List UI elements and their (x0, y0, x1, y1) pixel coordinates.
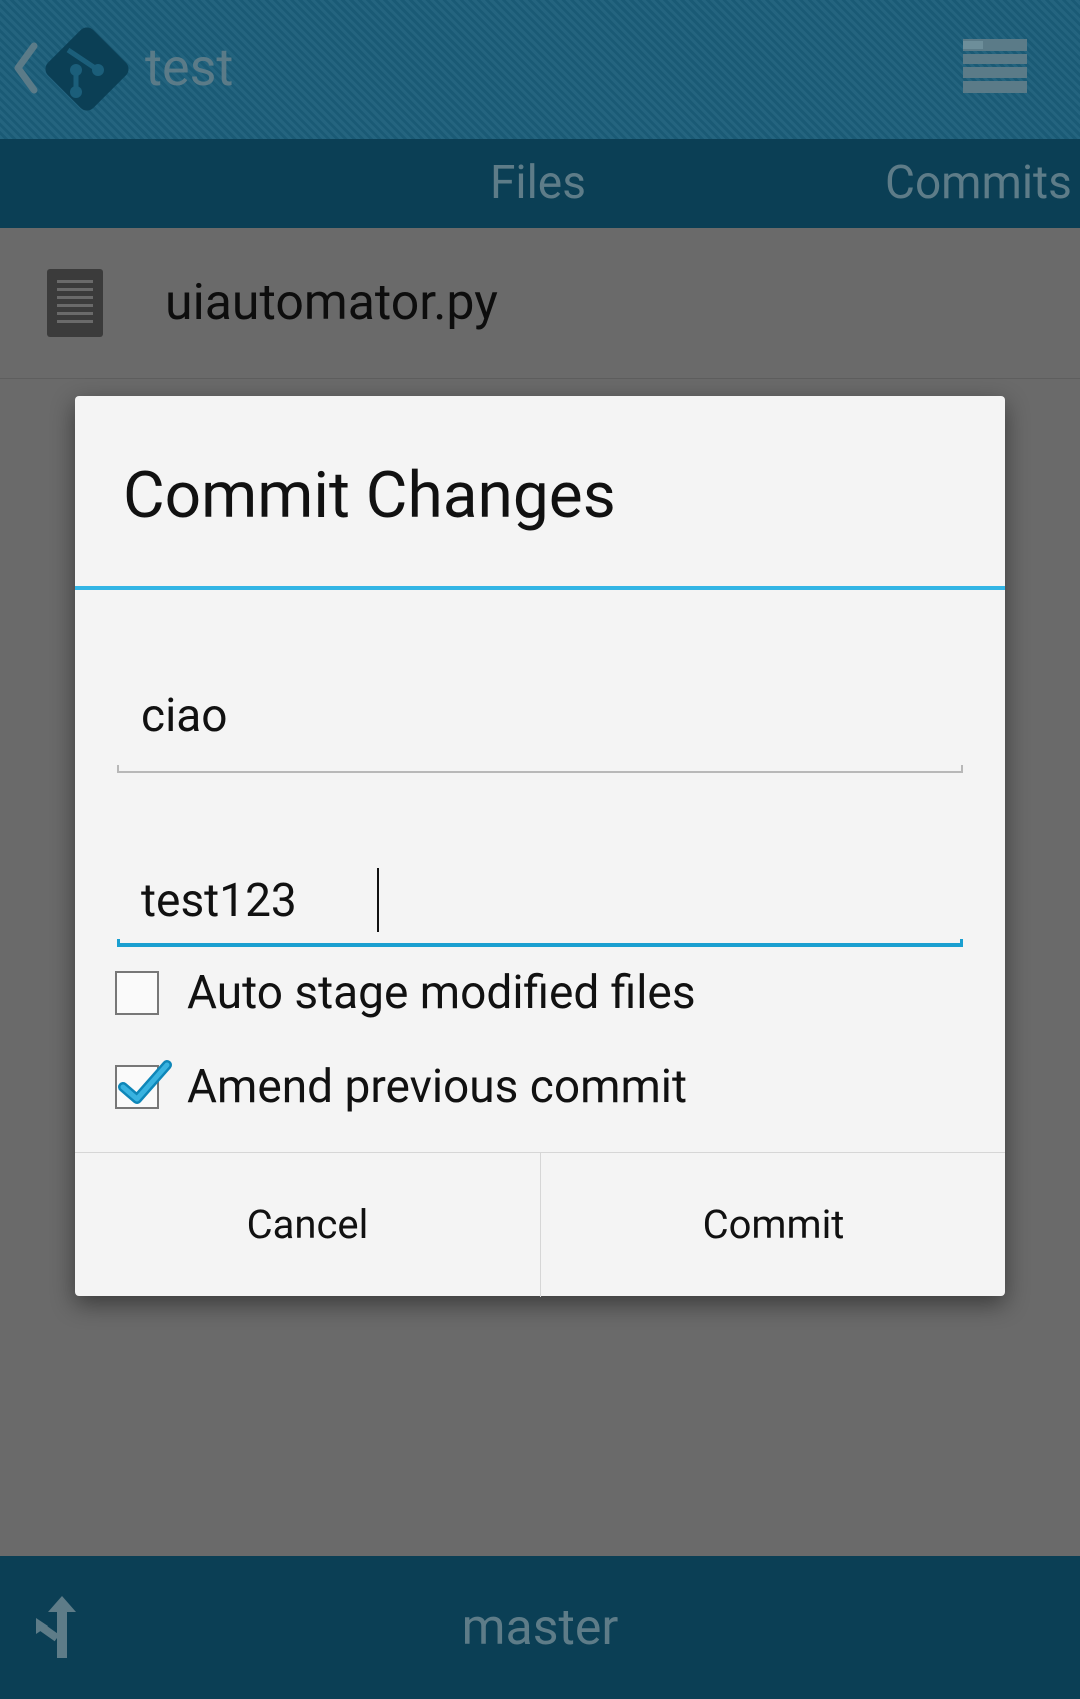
dialog-button-bar: Cancel Commit (75, 1152, 1005, 1297)
tab-files[interactable]: Files (490, 139, 586, 228)
commit-dialog: Commit Changes Auto stage modified files… (75, 396, 1005, 1297)
auto-stage-label: Auto stage modified files (187, 966, 696, 1020)
tab-commits[interactable]: Commits (885, 139, 1072, 228)
author-field (117, 641, 963, 773)
tab-bar: Files Commits (0, 139, 1080, 228)
auto-stage-checkbox[interactable] (115, 971, 159, 1015)
action-bar: test (0, 0, 1080, 139)
amend-option[interactable]: Amend previous commit (115, 1052, 965, 1122)
branch-name[interactable]: master (0, 1596, 1080, 1660)
menu-list-icon[interactable] (960, 36, 1030, 96)
file-name: uiautomator.py (165, 274, 498, 332)
commit-message-underline (117, 939, 963, 947)
branch-bar: master (0, 1556, 1080, 1699)
file-list-item[interactable]: uiautomator.py (0, 228, 1080, 379)
chevron-left-icon[interactable] (10, 40, 40, 96)
dialog-title: Commit Changes (123, 458, 616, 533)
author-input[interactable] (117, 681, 963, 751)
message-field (117, 826, 963, 947)
app-title: test (145, 37, 234, 98)
commit-message-input[interactable] (117, 866, 963, 936)
document-icon (47, 269, 103, 337)
commit-button[interactable]: Commit (540, 1153, 1006, 1297)
amend-label: Amend previous commit (187, 1060, 688, 1114)
author-input-underline (117, 765, 963, 773)
amend-checkbox[interactable] (115, 1060, 172, 1109)
cancel-button[interactable]: Cancel (75, 1153, 540, 1297)
checkmark-icon (118, 1060, 172, 1104)
text-caret (377, 868, 379, 932)
dialog-title-divider (75, 586, 1005, 590)
auto-stage-option[interactable]: Auto stage modified files (115, 958, 965, 1028)
git-logo-icon[interactable] (38, 20, 136, 118)
